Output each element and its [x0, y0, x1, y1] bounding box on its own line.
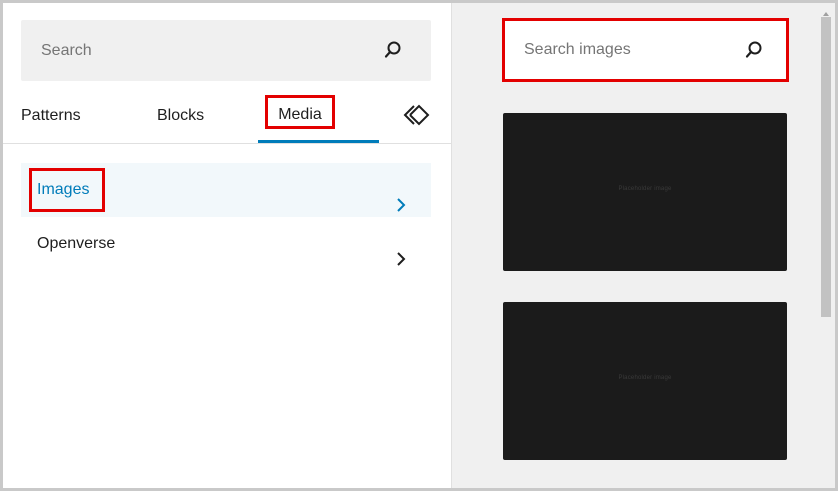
inserter-tabs: Patterns Blocks Media [3, 89, 451, 144]
block-search-input[interactable] [21, 20, 381, 81]
scrollbar-thumb[interactable] [821, 17, 831, 317]
inserter-left-panel: Patterns Blocks Media Images [3, 3, 451, 488]
chevron-right-icon [395, 236, 407, 266]
image-thumbnail[interactable]: Placeholder image [503, 113, 787, 271]
thumbnail-caption: Placeholder image [618, 186, 672, 192]
thumbnail-caption: Placeholder image [618, 375, 672, 381]
media-category-label: Images [37, 181, 90, 198]
active-tab-indicator [258, 140, 379, 143]
media-results-panel: Placeholder image Placeholder image [452, 3, 835, 488]
tab-media[interactable]: Media [265, 95, 335, 129]
search-icon[interactable] [744, 40, 764, 60]
tab-blocks[interactable]: Blocks [157, 89, 204, 143]
image-search-input[interactable] [505, 21, 754, 79]
block-search-box [21, 20, 431, 81]
media-category-list: Images Openverse [21, 163, 431, 271]
chevron-right-icon [395, 182, 407, 212]
media-category-images[interactable]: Images [21, 163, 431, 217]
close-inserter-icon[interactable] [403, 103, 431, 127]
image-search-box [502, 18, 789, 82]
media-category-label: Openverse [37, 235, 116, 252]
search-icon[interactable] [383, 40, 403, 60]
tab-patterns[interactable]: Patterns [21, 89, 81, 143]
image-thumbnail[interactable]: Placeholder image [503, 302, 787, 460]
scroll-up-arrow-icon[interactable] [821, 5, 831, 16]
media-category-openverse[interactable]: Openverse [21, 217, 431, 271]
inserter-window: Patterns Blocks Media Images [3, 3, 835, 488]
